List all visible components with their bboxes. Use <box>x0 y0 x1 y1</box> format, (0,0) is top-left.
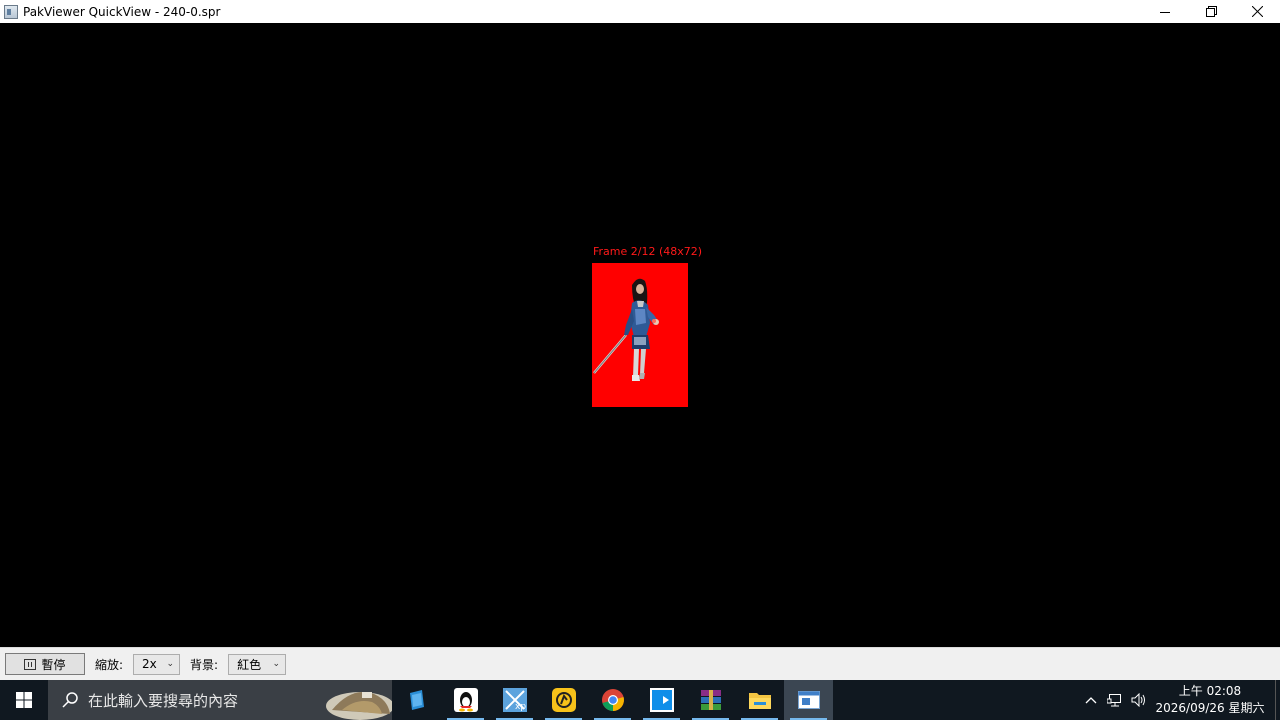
background-label: 背景: <box>190 657 219 672</box>
close-icon <box>1251 6 1263 17</box>
chevron-down-icon: ⌄ <box>272 658 281 669</box>
window-controls <box>1142 0 1280 23</box>
taskbar-notes-app[interactable] <box>392 680 441 720</box>
show-hidden-icons-button[interactable] <box>1079 680 1103 720</box>
minimize-icon <box>1160 11 1170 13</box>
window-title: PakViewer QuickView - 240-0.spr <box>23 4 221 19</box>
pause-button-label: 暫停 <box>41 657 66 672</box>
chrome-icon <box>601 689 624 711</box>
sprite-character <box>593 278 659 381</box>
chevron-down-icon: ⌄ <box>166 658 175 669</box>
sprite-frame <box>592 263 688 407</box>
taskbar-teamviewer[interactable] <box>637 680 686 720</box>
yellow-app-icon <box>551 688 576 712</box>
taskbar-winrar[interactable] <box>686 680 735 720</box>
clock-date: 2026/09/26 星期六 <box>1155 701 1265 715</box>
qq-icon <box>453 688 478 712</box>
show-desktop-button[interactable] <box>1275 680 1280 720</box>
restore-icon <box>1205 6 1217 17</box>
svg-text:xp: xp <box>515 702 526 712</box>
taskbar-chrome[interactable] <box>588 680 637 720</box>
frame-label: Frame 2/12 (48x72) <box>593 245 703 258</box>
volume-icon <box>1131 693 1145 707</box>
zoom-label: 縮放: <box>95 657 124 672</box>
search-icon <box>62 692 78 708</box>
pakviewer-icon <box>797 691 820 709</box>
notes-app-icon <box>409 690 424 710</box>
search-highlight-image <box>326 692 392 720</box>
title-bar: PakViewer QuickView - 240-0.spr <box>0 0 1280 23</box>
pause-icon <box>24 658 37 670</box>
taskbar-xp-app[interactable]: xp <box>490 680 539 720</box>
taskbar-pakviewer[interactable] <box>784 680 833 720</box>
minimize-button[interactable] <box>1142 0 1188 23</box>
app-icon[interactable] <box>4 4 18 19</box>
start-button[interactable] <box>0 680 48 720</box>
sprite-viewer: Frame 2/12 (48x72) <box>0 23 1280 647</box>
teamviewer-icon <box>649 688 674 712</box>
pause-button[interactable]: 暫停 <box>5 653 85 675</box>
search-placeholder: 在此輸入要搜尋的內容 <box>88 691 239 710</box>
xp-app-icon: xp <box>502 688 527 712</box>
control-bar: 暫停 縮放: 2x ⌄ 背景: 紅色 ⌄ <box>0 647 1280 680</box>
winrar-icon <box>700 690 721 710</box>
restore-button[interactable] <box>1188 0 1234 23</box>
zoom-value: 2x <box>142 657 157 671</box>
taskbar-search[interactable]: 在此輸入要搜尋的內容 <box>48 680 392 720</box>
file-explorer-icon <box>748 693 771 709</box>
network-icon <box>1107 694 1121 707</box>
close-button[interactable] <box>1234 0 1280 23</box>
taskbar-yellow-app[interactable] <box>539 680 588 720</box>
taskbar-qq[interactable] <box>441 680 490 720</box>
taskbar-clock[interactable]: 上午 02:08 2026/09/26 星期六 <box>1151 683 1269 717</box>
background-select[interactable]: 紅色 ⌄ <box>228 653 287 675</box>
windows-icon <box>16 692 32 708</box>
taskbar: 在此輸入要搜尋的內容 xp 上午 02:08 2026/09/26 星期六 <box>0 680 1280 720</box>
network-button[interactable] <box>1103 680 1127 720</box>
background-value: 紅色 <box>237 657 262 672</box>
chevron-up-icon <box>1085 697 1097 704</box>
clock-time: 上午 02:08 <box>1178 684 1242 698</box>
system-tray: 上午 02:08 2026/09/26 星期六 <box>1079 680 1280 720</box>
taskbar-file-explorer[interactable] <box>735 680 784 720</box>
volume-button[interactable] <box>1127 680 1151 720</box>
zoom-select[interactable]: 2x ⌄ <box>133 653 181 675</box>
